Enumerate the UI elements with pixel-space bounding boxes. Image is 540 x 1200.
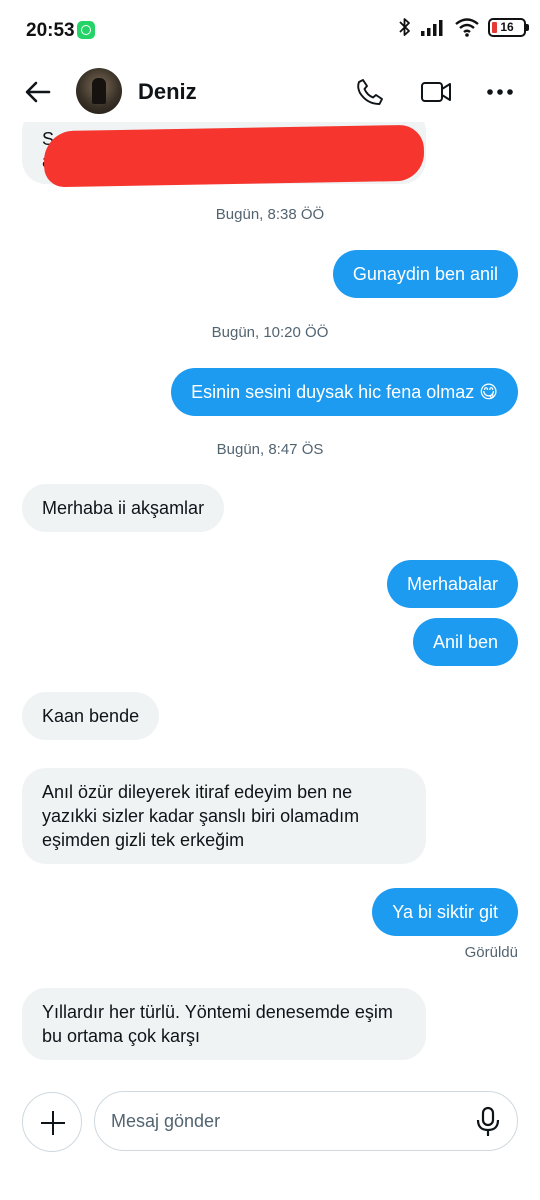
seen-status: Görüldü [464,944,518,961]
battery-icon: 16 [488,17,529,37]
redaction-mark [43,124,425,188]
composer [0,1080,540,1200]
video-icon[interactable] [420,76,452,108]
phone-icon[interactable] [354,76,386,108]
more-icon[interactable] [484,76,516,108]
message-bubble-outgoing[interactable]: Ya bi siktir git [372,888,518,936]
signal-icon [421,20,443,36]
message-field[interactable] [94,1091,518,1151]
message-line: eşimden gizli tek erkeğim [42,830,245,850]
message-input[interactable] [111,1108,451,1134]
back-arrow-icon[interactable] [22,76,54,108]
microphone-icon[interactable] [473,1106,503,1138]
message-bubble-outgoing[interactable]: Esinin sesini duysak hic fena olmaz 😋 [171,368,518,416]
message-line: Yıllardır her türlü. Yöntemi denesemde e… [42,1002,393,1022]
status-icons: 16 [398,17,529,37]
message-line: yazıkki sizler kadar şanslı biri olamadı… [42,806,360,826]
message-bubble-outgoing[interactable]: Merhabalar [386,560,518,608]
message-bubble-outgoing[interactable]: Anil ben [412,618,518,666]
message-line: bu ortama çok karşı [42,1026,201,1046]
timestamp: Bugün, 8:38 ÖÖ [215,206,325,223]
contact-name[interactable]: Deniz [138,79,197,105]
message-bubble-incoming[interactable]: Merhaba ii akşamlar [22,484,225,532]
message-list[interactable]: S a Bugün, 8:38 ÖÖ Gunaydin ben anil Bug… [0,122,540,1080]
bluetooth-icon [399,18,410,36]
message-bubble-incoming[interactable]: Yıllardır her türlü. Yöntemi denesemde e… [22,988,426,1060]
whatsapp-icon [77,21,95,39]
clock: 20:53 [26,20,75,41]
chat-header: Deniz [0,62,540,122]
message-bubble-incoming[interactable]: Kaan bende [22,692,160,740]
wifi-icon [455,18,479,37]
timestamp: Bugün, 8:47 ÖS [216,441,324,458]
message-bubble-outgoing[interactable]: Gunaydin ben anil [332,250,518,298]
message-bubble-incoming[interactable]: Anıl özür dileyerek itiraf edeyim ben ne… [22,768,426,864]
status-bar: 20:53 16 [0,0,540,62]
plus-icon[interactable] [22,1092,82,1152]
timestamp: Bugün, 10:20 ÖÖ [211,324,329,341]
avatar[interactable] [76,68,122,114]
message-line: Anıl özür dileyerek itiraf edeyim ben ne [42,782,353,802]
